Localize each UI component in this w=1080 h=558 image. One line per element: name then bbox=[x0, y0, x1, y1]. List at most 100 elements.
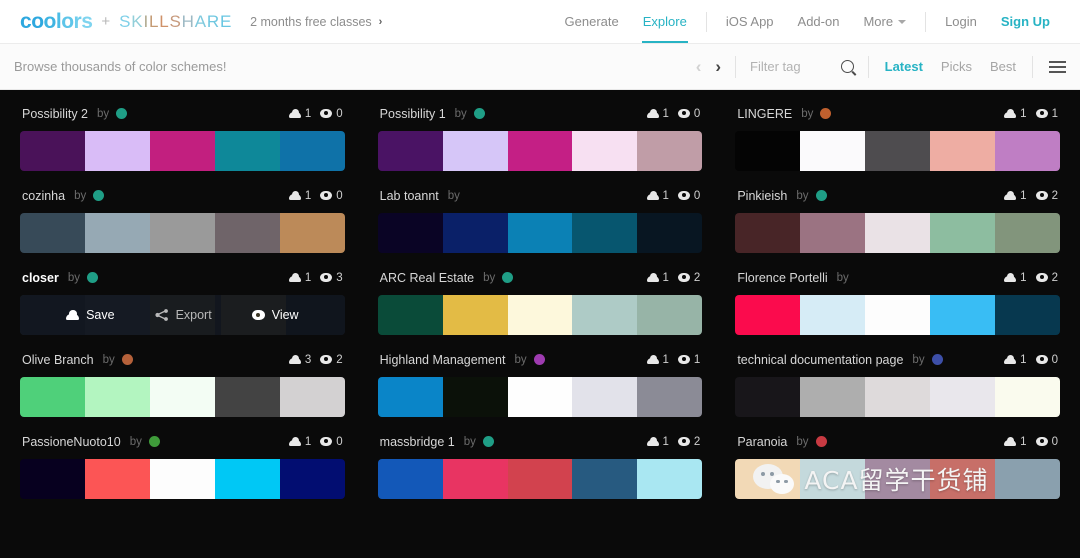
palette-swatches[interactable] bbox=[377, 377, 703, 417]
color-swatch[interactable] bbox=[20, 377, 85, 417]
export-action[interactable]: Export bbox=[151, 308, 216, 322]
palette-swatches[interactable] bbox=[377, 295, 703, 335]
color-swatch[interactable] bbox=[442, 459, 508, 499]
color-swatch[interactable] bbox=[930, 131, 996, 171]
color-swatch[interactable] bbox=[637, 377, 703, 417]
palette-card[interactable]: Highland Management by 1 1 bbox=[377, 349, 703, 417]
color-swatch[interactable] bbox=[84, 131, 150, 171]
avatar[interactable] bbox=[87, 272, 98, 283]
color-swatch[interactable] bbox=[800, 131, 866, 171]
palette-name[interactable]: Possibility 1 bbox=[380, 107, 446, 121]
palette-swatches[interactable] bbox=[20, 459, 345, 499]
color-swatch[interactable] bbox=[84, 459, 150, 499]
color-swatch[interactable] bbox=[637, 295, 703, 335]
next-page-button[interactable]: › bbox=[715, 58, 721, 75]
color-swatch[interactable] bbox=[735, 213, 801, 253]
color-swatch[interactable] bbox=[572, 459, 638, 499]
palette-card[interactable]: ARC Real Estate by 1 2 bbox=[377, 267, 703, 335]
login-button[interactable]: Login bbox=[933, 0, 989, 43]
color-swatch[interactable] bbox=[995, 131, 1060, 171]
color-swatch[interactable] bbox=[442, 213, 508, 253]
palette-name[interactable]: Olive Branch bbox=[22, 353, 94, 367]
color-swatch[interactable] bbox=[930, 459, 996, 499]
save-action[interactable]: Save bbox=[62, 308, 119, 322]
color-swatch[interactable] bbox=[20, 459, 85, 499]
menu-icon[interactable] bbox=[1033, 60, 1066, 73]
palette-swatches[interactable] bbox=[735, 377, 1060, 417]
avatar[interactable] bbox=[482, 436, 494, 447]
palette-name[interactable]: Pinkieish bbox=[737, 189, 787, 203]
palette-card[interactable]: Florence Portelli by 1 2 bbox=[735, 267, 1060, 335]
color-swatch[interactable] bbox=[735, 377, 801, 417]
color-swatch[interactable] bbox=[84, 213, 150, 253]
palette-name[interactable]: PassioneNuoto10 bbox=[22, 435, 121, 449]
color-swatch[interactable] bbox=[507, 377, 573, 417]
color-swatch[interactable] bbox=[442, 295, 508, 335]
color-swatch[interactable] bbox=[995, 295, 1060, 335]
signup-button[interactable]: Sign Up bbox=[989, 0, 1062, 43]
palette-name[interactable]: massbridge 1 bbox=[380, 435, 455, 449]
color-swatch[interactable] bbox=[930, 213, 996, 253]
color-swatch[interactable] bbox=[507, 295, 573, 335]
palette-swatches[interactable] bbox=[377, 213, 703, 253]
color-swatch[interactable] bbox=[377, 377, 443, 417]
palette-card[interactable]: PassioneNuoto10 by 1 0 bbox=[20, 431, 345, 499]
color-swatch[interactable] bbox=[995, 459, 1060, 499]
palette-name[interactable]: closer bbox=[22, 271, 59, 285]
palette-name[interactable]: technical documentation page bbox=[737, 353, 903, 367]
palette-name[interactable]: Florence Portelli bbox=[737, 271, 827, 285]
color-swatch[interactable] bbox=[149, 213, 215, 253]
avatar[interactable] bbox=[121, 354, 133, 365]
color-swatch[interactable] bbox=[20, 213, 85, 253]
color-swatch[interactable] bbox=[214, 459, 280, 499]
palette-card[interactable]: Possibility 1 by 1 0 bbox=[377, 103, 703, 171]
palette-card[interactable]: Possibility 2 by 1 0 bbox=[20, 103, 345, 171]
avatar[interactable] bbox=[815, 436, 827, 447]
palette-name[interactable]: LINGERE bbox=[737, 107, 792, 121]
search-icon[interactable] bbox=[840, 60, 854, 73]
color-swatch[interactable] bbox=[800, 213, 866, 253]
sort-picks[interactable]: Picks bbox=[941, 59, 972, 74]
palette-swatches[interactable] bbox=[20, 377, 345, 417]
avatar[interactable] bbox=[93, 190, 105, 201]
color-swatch[interactable] bbox=[865, 213, 931, 253]
palette-swatches[interactable]: Save Export View bbox=[20, 295, 345, 335]
color-swatch[interactable] bbox=[149, 131, 215, 171]
palette-name[interactable]: Paranoia bbox=[737, 435, 787, 449]
palette-name[interactable]: Highland Management bbox=[380, 353, 506, 367]
view-action[interactable]: View bbox=[248, 308, 303, 322]
color-swatch[interactable] bbox=[442, 131, 508, 171]
color-swatch[interactable] bbox=[800, 295, 866, 335]
color-swatch[interactable] bbox=[735, 295, 801, 335]
color-swatch[interactable] bbox=[735, 131, 801, 171]
palette-card[interactable]: closer by 1 3 Save Export View bbox=[20, 267, 345, 335]
palette-swatches[interactable] bbox=[377, 459, 703, 499]
nav-item-generate[interactable]: Generate bbox=[553, 0, 631, 43]
color-swatch[interactable] bbox=[214, 131, 280, 171]
sort-best[interactable]: Best bbox=[990, 59, 1016, 74]
palette-card[interactable]: massbridge 1 by 1 2 bbox=[377, 431, 703, 499]
promo-banner[interactable]: 2 months free classes › bbox=[250, 15, 382, 29]
color-swatch[interactable] bbox=[995, 213, 1060, 253]
coolors-logo[interactable]: coolors bbox=[20, 10, 93, 34]
nav-item-addon[interactable]: Add-on bbox=[786, 0, 852, 43]
avatar[interactable] bbox=[815, 190, 827, 201]
prev-page-button[interactable]: ‹ bbox=[696, 58, 702, 75]
color-swatch[interactable] bbox=[865, 459, 931, 499]
palette-card[interactable]: Olive Branch by 3 2 bbox=[20, 349, 345, 417]
color-swatch[interactable] bbox=[214, 213, 280, 253]
color-swatch[interactable] bbox=[865, 377, 931, 417]
palette-swatches[interactable]: ACA留学干货铺 bbox=[735, 459, 1060, 499]
color-swatch[interactable] bbox=[572, 213, 638, 253]
color-swatch[interactable] bbox=[865, 131, 931, 171]
color-swatch[interactable] bbox=[507, 459, 573, 499]
color-swatch[interactable] bbox=[279, 213, 345, 253]
color-swatch[interactable] bbox=[930, 295, 996, 335]
color-swatch[interactable] bbox=[930, 377, 996, 417]
palette-card[interactable]: technical documentation page by 1 0 bbox=[735, 349, 1060, 417]
avatar[interactable] bbox=[533, 354, 545, 365]
color-swatch[interactable] bbox=[572, 131, 638, 171]
avatar[interactable] bbox=[148, 436, 160, 447]
filter-tag-area[interactable]: Filter tag bbox=[736, 59, 868, 74]
palette-card[interactable]: cozinha by 1 0 bbox=[20, 185, 345, 253]
